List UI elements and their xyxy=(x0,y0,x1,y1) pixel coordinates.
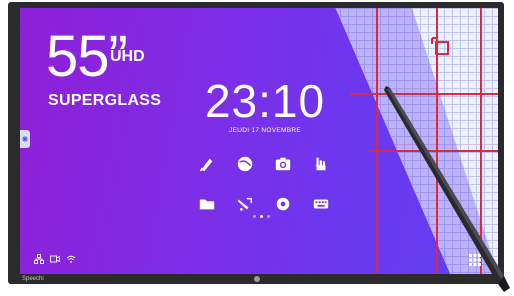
page-dot[interactable] xyxy=(267,215,270,218)
side-toolbar-handle[interactable] xyxy=(20,130,30,148)
app-whiteboard[interactable] xyxy=(188,144,226,184)
stylus-pen xyxy=(384,86,510,292)
input-source-icon[interactable] xyxy=(50,254,60,264)
app-gesture[interactable] xyxy=(302,144,340,184)
gesture-icon xyxy=(314,157,326,171)
page-dot[interactable] xyxy=(253,215,256,218)
resolution-label: UHD xyxy=(110,48,145,65)
clock-date: JEUDI 17 NOVEMBRE xyxy=(229,127,301,134)
settings-icon xyxy=(276,197,290,211)
page-indicator xyxy=(253,215,270,218)
wifi-icon[interactable] xyxy=(66,254,76,264)
power-button[interactable] xyxy=(254,276,260,282)
status-bar xyxy=(34,254,76,264)
clock-time: 23:10 xyxy=(204,75,326,127)
page-dot-active[interactable] xyxy=(260,215,263,218)
app-keyboard[interactable] xyxy=(302,184,340,224)
app-grid xyxy=(188,144,338,224)
app-files[interactable] xyxy=(188,184,226,224)
browser-icon xyxy=(237,156,253,172)
app-browser[interactable] xyxy=(226,144,264,184)
keyboard-icon xyxy=(313,199,329,209)
network-icon[interactable] xyxy=(34,254,44,264)
whiteboard-icon xyxy=(199,158,213,172)
snowflake-icon xyxy=(22,136,28,142)
brand-logo: Speechi xyxy=(22,276,44,282)
app-annotate[interactable] xyxy=(226,184,264,224)
app-camera[interactable] xyxy=(264,144,302,184)
selection-marks-icon xyxy=(431,37,449,55)
folder-icon xyxy=(199,199,215,210)
app-settings[interactable] xyxy=(264,184,302,224)
annotate-icon xyxy=(237,197,253,211)
glass-label: SUPERGLASS xyxy=(48,92,162,109)
camera-icon xyxy=(275,157,291,171)
